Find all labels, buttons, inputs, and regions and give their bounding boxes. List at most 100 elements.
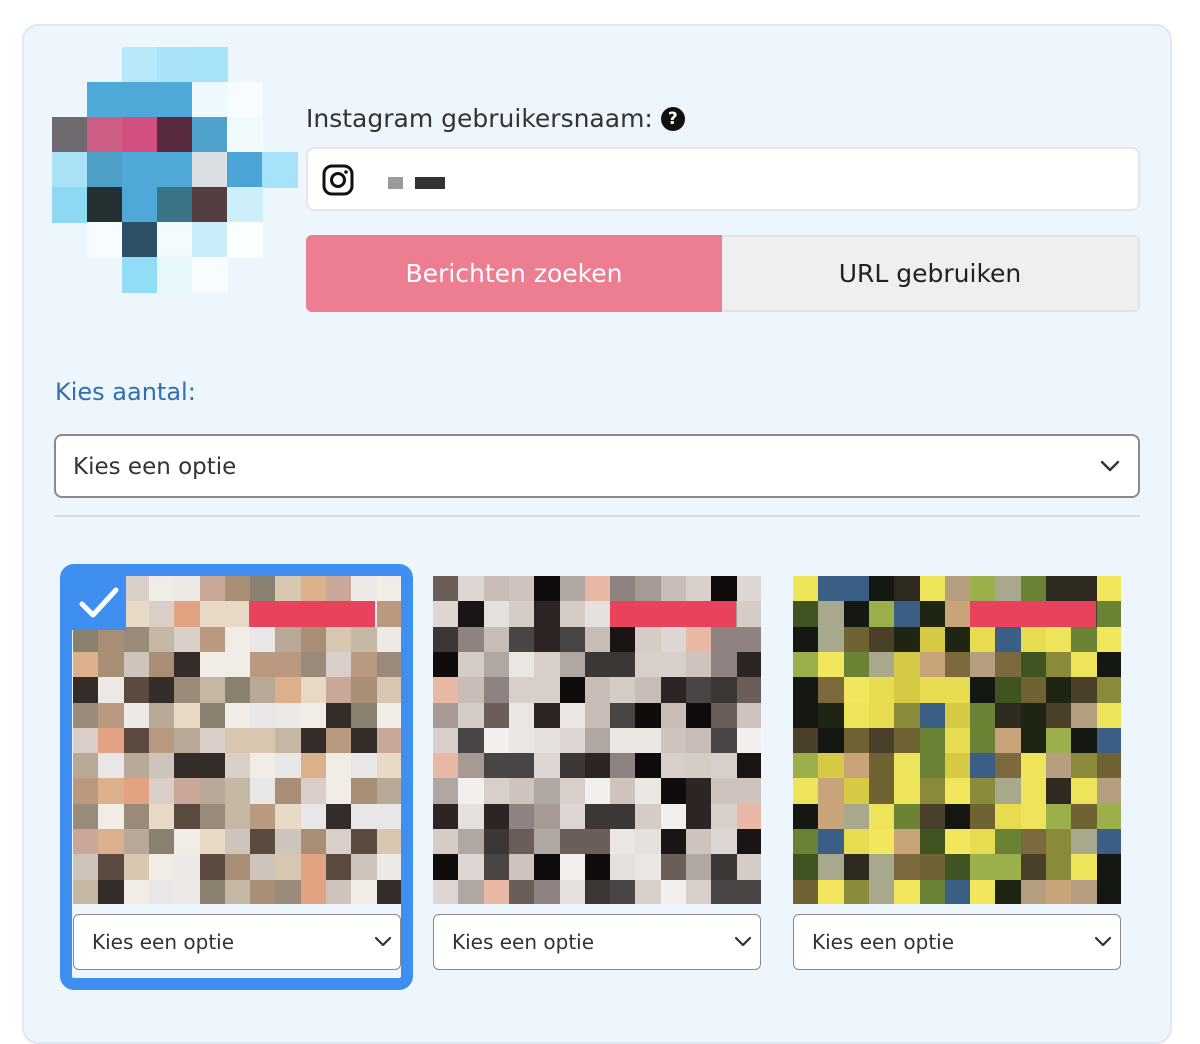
avatar-pixel (122, 222, 158, 258)
post-pixel (818, 854, 845, 881)
post-pixel (559, 651, 586, 678)
post-pixel (275, 626, 302, 653)
chevron-down-icon (374, 936, 392, 947)
avatar-pixel (192, 82, 228, 118)
post-pixel (199, 727, 226, 754)
post-pixel (919, 753, 946, 780)
post-pixel (123, 854, 150, 881)
post-pixel (174, 778, 201, 805)
post-pixel (483, 677, 510, 704)
section-divider (54, 515, 1140, 517)
post-pixel (326, 854, 352, 881)
username-input[interactable] (306, 147, 1140, 211)
post-option-select-2[interactable]: Kies een optie (433, 914, 761, 970)
post-pixel (584, 879, 611, 904)
post-thumbnail-3[interactable] (793, 576, 1121, 904)
question-circle-icon[interactable]: ? (660, 106, 685, 131)
post-pixel (123, 879, 150, 904)
post-pixel (818, 879, 845, 904)
post-pixel (736, 829, 761, 855)
count-select[interactable]: Kies een optie (54, 434, 1140, 498)
post-pixel (919, 879, 946, 904)
post-pixel (174, 601, 201, 628)
post-pixel (995, 778, 1022, 805)
post-pixel (73, 651, 99, 678)
post-pixel (123, 829, 150, 855)
post-pixel (300, 576, 327, 602)
post-pixel (224, 803, 251, 830)
post-pixel (1020, 829, 1047, 855)
avatar-pixel (192, 257, 228, 293)
post-pixel (736, 879, 761, 904)
avatar-pixel (122, 187, 158, 223)
post-pixel (686, 829, 712, 855)
post-pixel (250, 651, 277, 678)
post-pixel (123, 651, 150, 678)
post-pixel (635, 879, 662, 904)
post-pixel (843, 651, 870, 678)
post-badge-bar (970, 601, 1096, 627)
post-pixel (1096, 854, 1121, 881)
post-pixel (894, 879, 921, 904)
use-url-button[interactable]: URL gebruiken (722, 235, 1140, 312)
avatar-pixel (87, 187, 123, 223)
post-pixel (868, 702, 895, 729)
post-pixel (711, 879, 738, 904)
post-pixel (584, 677, 611, 704)
post-pixel (250, 576, 277, 602)
post-pixel (868, 829, 895, 855)
post-pixel (376, 576, 401, 602)
post-thumbnail-2[interactable] (433, 576, 761, 904)
avatar-pixel (157, 152, 193, 188)
avatar-pixel (122, 47, 158, 83)
post-pixel (1071, 702, 1098, 729)
post-pixel (98, 702, 125, 729)
post-pixel (660, 626, 687, 653)
post-pixel (793, 727, 819, 754)
post-pixel (326, 702, 352, 729)
post-pixel (793, 879, 819, 904)
post-pixel (995, 626, 1022, 653)
post-pixel (1020, 753, 1047, 780)
post-pixel (250, 753, 277, 780)
post-pixel (1096, 601, 1121, 628)
post-pixel (1020, 727, 1047, 754)
post-pixel (584, 778, 611, 805)
post-pixel (793, 626, 819, 653)
post-pixel (793, 753, 819, 780)
post-pixel (73, 727, 99, 754)
post-pixel (1096, 677, 1121, 704)
search-posts-button[interactable]: Berichten zoeken (306, 235, 722, 312)
post-pixel (123, 677, 150, 704)
post-option-select-3[interactable]: Kies een optie (793, 914, 1121, 970)
post-pixel (534, 576, 561, 602)
post-pixel (433, 803, 459, 830)
post-pixel (275, 778, 302, 805)
post-pixel (610, 626, 637, 653)
post-pixel (250, 879, 277, 904)
post-pixel (736, 727, 761, 754)
profile-avatar (52, 47, 298, 293)
post-pixel (584, 803, 611, 830)
post-pixel (610, 576, 637, 602)
post-pixel (970, 626, 997, 653)
chevron-down-icon (1094, 936, 1112, 947)
post-pixel (818, 829, 845, 855)
post-pixel (686, 677, 712, 704)
post-pixel (300, 879, 327, 904)
post-pixel (559, 854, 586, 881)
post-pixel (944, 677, 971, 704)
post-pixel (433, 601, 459, 628)
post-pixel (818, 576, 845, 602)
post-option-select-1[interactable]: Kies een optie (73, 914, 401, 970)
post-pixel (660, 854, 687, 881)
post-pixel (458, 778, 485, 805)
post-pixel (1071, 677, 1098, 704)
post-pixel (660, 778, 687, 805)
post-pixel (376, 702, 401, 729)
post-pixel (610, 803, 637, 830)
post-pixel (711, 753, 738, 780)
post-pixel (433, 753, 459, 780)
post-pixel (1020, 651, 1047, 678)
post-pixel (944, 829, 971, 855)
